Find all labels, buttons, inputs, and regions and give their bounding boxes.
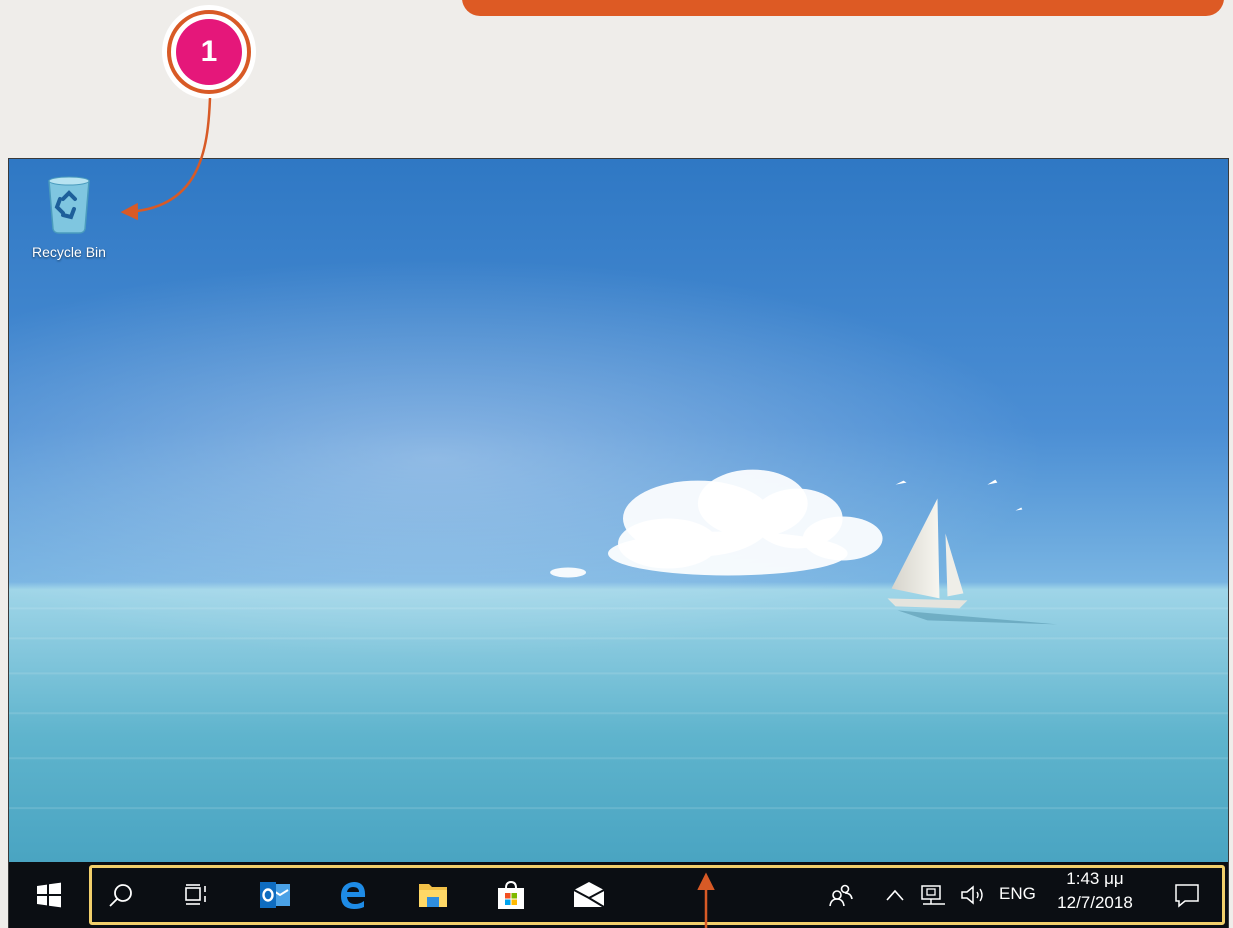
chevron-up-icon: [886, 889, 904, 901]
clock-time: 1:43 μμ: [1066, 869, 1124, 888]
outlook-icon: [260, 882, 290, 908]
volume-button[interactable]: [953, 871, 993, 919]
recycle-bin-icon: [48, 176, 90, 234]
callout-ring: 1: [167, 10, 251, 94]
desktop-screen: Recycle Bin ENG 1:43 μμ 12/7/2018: [8, 158, 1229, 928]
show-hidden-icons-button[interactable]: [877, 871, 913, 919]
outlook-taskbar-button[interactable]: [251, 871, 299, 919]
desktop-wallpaper: [9, 159, 1228, 928]
people-button[interactable]: [817, 871, 865, 919]
edge-icon: [341, 882, 366, 909]
store-icon: [498, 880, 524, 909]
clock-date: 12/7/2018: [1057, 893, 1133, 912]
network-icon: [921, 885, 945, 905]
language-indicator[interactable]: ENG: [999, 884, 1036, 904]
volume-icon: [961, 885, 983, 905]
mail-taskbar-button[interactable]: [565, 871, 613, 919]
task-view-button[interactable]: [173, 871, 221, 919]
top-banner: [462, 0, 1224, 16]
recycle-bin-label: Recycle Bin: [32, 244, 106, 260]
start-button[interactable]: [23, 871, 75, 919]
search-button[interactable]: [97, 871, 145, 919]
store-taskbar-button[interactable]: [487, 871, 535, 919]
callout-number: 1: [176, 19, 242, 85]
folder-icon: [419, 884, 447, 907]
people-icon: [829, 884, 853, 907]
search-icon: [109, 884, 132, 907]
clock[interactable]: 1:43 μμ 12/7/2018: [1045, 867, 1145, 915]
page: 1 Recycle Bin ENG 1:43 μμ 12/7/2018: [0, 0, 1233, 928]
action-center-button[interactable]: [1163, 871, 1211, 919]
callout-badge: 1: [162, 5, 256, 99]
windows-logo-icon: [37, 882, 61, 908]
file-explorer-taskbar-button[interactable]: [409, 871, 457, 919]
mail-icon: [573, 882, 605, 908]
desktop-icon-recycle-bin[interactable]: Recycle Bin: [19, 173, 119, 260]
taskbar: ENG 1:43 μμ 12/7/2018: [9, 862, 1228, 928]
notification-icon: [1175, 884, 1199, 908]
edge-taskbar-button[interactable]: [329, 871, 377, 919]
network-button[interactable]: [913, 871, 953, 919]
task-view-icon: [185, 884, 206, 905]
